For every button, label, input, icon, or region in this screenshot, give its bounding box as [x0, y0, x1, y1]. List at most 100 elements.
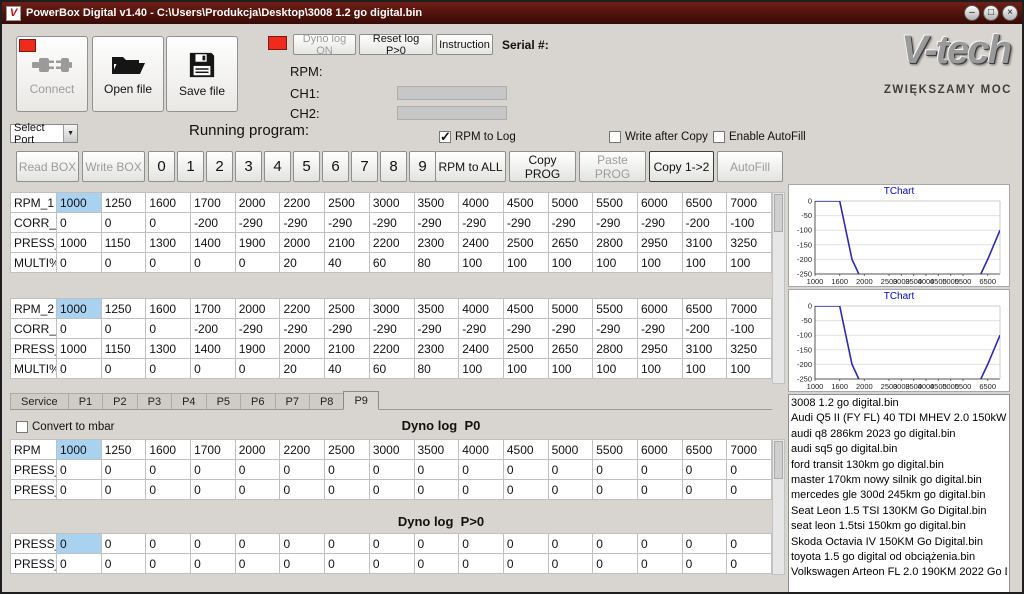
digit-button-7[interactable]: 7 [351, 151, 378, 182]
grid-cell[interactable]: 0 [503, 460, 548, 480]
grid-cell[interactable]: 0 [414, 460, 459, 480]
grid-cell[interactable]: 40 [325, 253, 370, 273]
grid-cell[interactable]: 3000 [369, 440, 414, 460]
grid-cell[interactable]: 100 [727, 359, 772, 379]
grid-cell[interactable]: 5000 [548, 193, 593, 213]
grid-cell[interactable]: 0 [414, 480, 459, 500]
file-item[interactable]: mercedes gle 300d 245km go digital.bin [791, 488, 1007, 503]
grid-cell[interactable]: 3000 [369, 299, 414, 319]
grid-cell[interactable]: 0 [146, 460, 191, 480]
grid-cell[interactable]: 2500 [325, 440, 370, 460]
grid-cell[interactable]: 0 [414, 554, 459, 574]
grid-cell[interactable]: 3100 [682, 233, 727, 253]
file-item[interactable]: seat leon 1.5tsi 150km go digital.bin [791, 519, 1007, 534]
digit-button-5[interactable]: 5 [293, 151, 320, 182]
grid-cell[interactable]: 7000 [727, 440, 772, 460]
reset-log-button[interactable]: Reset log P>0 [359, 34, 433, 55]
grid-cell[interactable]: -290 [637, 319, 682, 339]
grid-cell[interactable]: 1000 [57, 193, 102, 213]
grid-cell[interactable]: 6000 [637, 299, 682, 319]
grid-cell[interactable]: 100 [637, 359, 682, 379]
grid-cell[interactable]: 80 [414, 253, 459, 273]
grid-cell[interactable]: 0 [325, 480, 370, 500]
grid-cell[interactable]: 0 [235, 460, 280, 480]
grid-cell[interactable]: 0 [146, 319, 191, 339]
grid-cell[interactable]: 0 [325, 534, 370, 554]
file-item[interactable]: ford transit 130km go digital.bin [791, 458, 1007, 473]
grid-cell[interactable]: 4000 [459, 193, 504, 213]
grid-cell[interactable]: 0 [235, 253, 280, 273]
rpm-to-all-button[interactable]: RPM to ALL [435, 151, 506, 182]
grid-cell[interactable]: -290 [414, 213, 459, 233]
grid-cell[interactable]: -200 [682, 213, 727, 233]
rpm-to-log-checkbox[interactable]: RPM to Log [439, 131, 516, 143]
grid-cell[interactable]: -290 [459, 319, 504, 339]
grid-cell[interactable]: 2650 [548, 339, 593, 359]
grid-cell[interactable]: 1300 [146, 339, 191, 359]
grid-cell[interactable]: -290 [369, 319, 414, 339]
file-item[interactable]: toyota 1.5 go digital od obciążenia.bin [791, 550, 1007, 565]
grid-cell[interactable]: 0 [593, 460, 638, 480]
grid-cell[interactable]: 0 [280, 460, 325, 480]
grid-cell[interactable]: 6500 [682, 193, 727, 213]
digit-button-8[interactable]: 8 [380, 151, 407, 182]
grid-cell[interactable]: 0 [369, 534, 414, 554]
grid-cell[interactable]: 0 [637, 460, 682, 480]
grid-cell[interactable]: 0 [57, 480, 102, 500]
grid-cell[interactable]: 60 [369, 359, 414, 379]
grid-cell[interactable]: 100 [503, 253, 548, 273]
grid-cell[interactable]: 1700 [191, 440, 236, 460]
grid-cell[interactable]: 3500 [414, 193, 459, 213]
grid-cell[interactable]: 0 [369, 480, 414, 500]
grid-cell[interactable]: 0 [548, 480, 593, 500]
paste-prog-button[interactable]: Paste PROG [579, 151, 646, 182]
grid-cell[interactable]: -290 [280, 213, 325, 233]
file-item[interactable]: Skoda Octavia IV 150KM Go Digital.bin [791, 535, 1007, 550]
tab-p7[interactable]: P7 [275, 393, 310, 409]
grid-cell[interactable]: 4500 [503, 193, 548, 213]
grid-cell[interactable]: 3500 [414, 299, 459, 319]
grid-cell[interactable]: 3000 [369, 193, 414, 213]
grid-cell[interactable]: 2000 [235, 193, 280, 213]
grid-cell[interactable]: 0 [637, 554, 682, 574]
grid-cell[interactable]: 100 [637, 253, 682, 273]
grid-cell[interactable]: 4500 [503, 440, 548, 460]
grid-cell[interactable]: 0 [548, 460, 593, 480]
grid-cell[interactable]: 2300 [414, 339, 459, 359]
tab-p2[interactable]: P2 [102, 393, 137, 409]
grid-cell[interactable]: -290 [503, 213, 548, 233]
grid-cell[interactable]: 0 [727, 480, 772, 500]
copy-1-to-2-button[interactable]: Copy 1->2 [649, 151, 714, 182]
file-item[interactable]: audi q8 286km 2023 go digital.bin [791, 427, 1007, 442]
grid-cell[interactable]: 100 [459, 359, 504, 379]
grid-cell[interactable]: 60 [369, 253, 414, 273]
grid-cell[interactable]: 1300 [146, 233, 191, 253]
grid-cell[interactable]: 1000 [57, 299, 102, 319]
grid-cell[interactable]: 1250 [101, 193, 146, 213]
titlebar[interactable]: V PowerBox Digital v1.40 - C:\Users\Prod… [2, 2, 1022, 24]
grid-cell[interactable]: -290 [503, 319, 548, 339]
open-file-button[interactable]: Open file [92, 36, 164, 112]
grid-cell[interactable]: 0 [146, 554, 191, 574]
grid-cell[interactable]: 0 [503, 480, 548, 500]
grid-cell[interactable]: 1700 [191, 299, 236, 319]
grid-cell[interactable]: 1000 [57, 440, 102, 460]
grid-cell[interactable]: 100 [548, 359, 593, 379]
grid-cell[interactable]: 0 [101, 319, 146, 339]
file-item[interactable]: master 170km nowy silnik go digital.bin [791, 473, 1007, 488]
grid-cell[interactable]: 0 [280, 554, 325, 574]
close-button[interactable]: × [1002, 5, 1018, 21]
grid-cell[interactable]: 100 [593, 253, 638, 273]
grid-cell[interactable]: 0 [57, 554, 102, 574]
grid-cell[interactable]: 0 [101, 480, 146, 500]
grid-cell[interactable]: 2950 [637, 233, 682, 253]
grid-cell[interactable]: 100 [682, 359, 727, 379]
file-item[interactable]: Volkswagen Arteon FL 2.0 190KM 2022 Go D… [791, 565, 1007, 580]
grid-cell[interactable]: -290 [548, 319, 593, 339]
read-box-button[interactable]: Read BOX [16, 151, 79, 182]
digit-button-4[interactable]: 4 [264, 151, 291, 182]
grid-cell[interactable]: -200 [191, 213, 236, 233]
grid-cell[interactable]: 6500 [682, 299, 727, 319]
digit-button-3[interactable]: 3 [235, 151, 262, 182]
grid-cell[interactable]: 0 [682, 480, 727, 500]
